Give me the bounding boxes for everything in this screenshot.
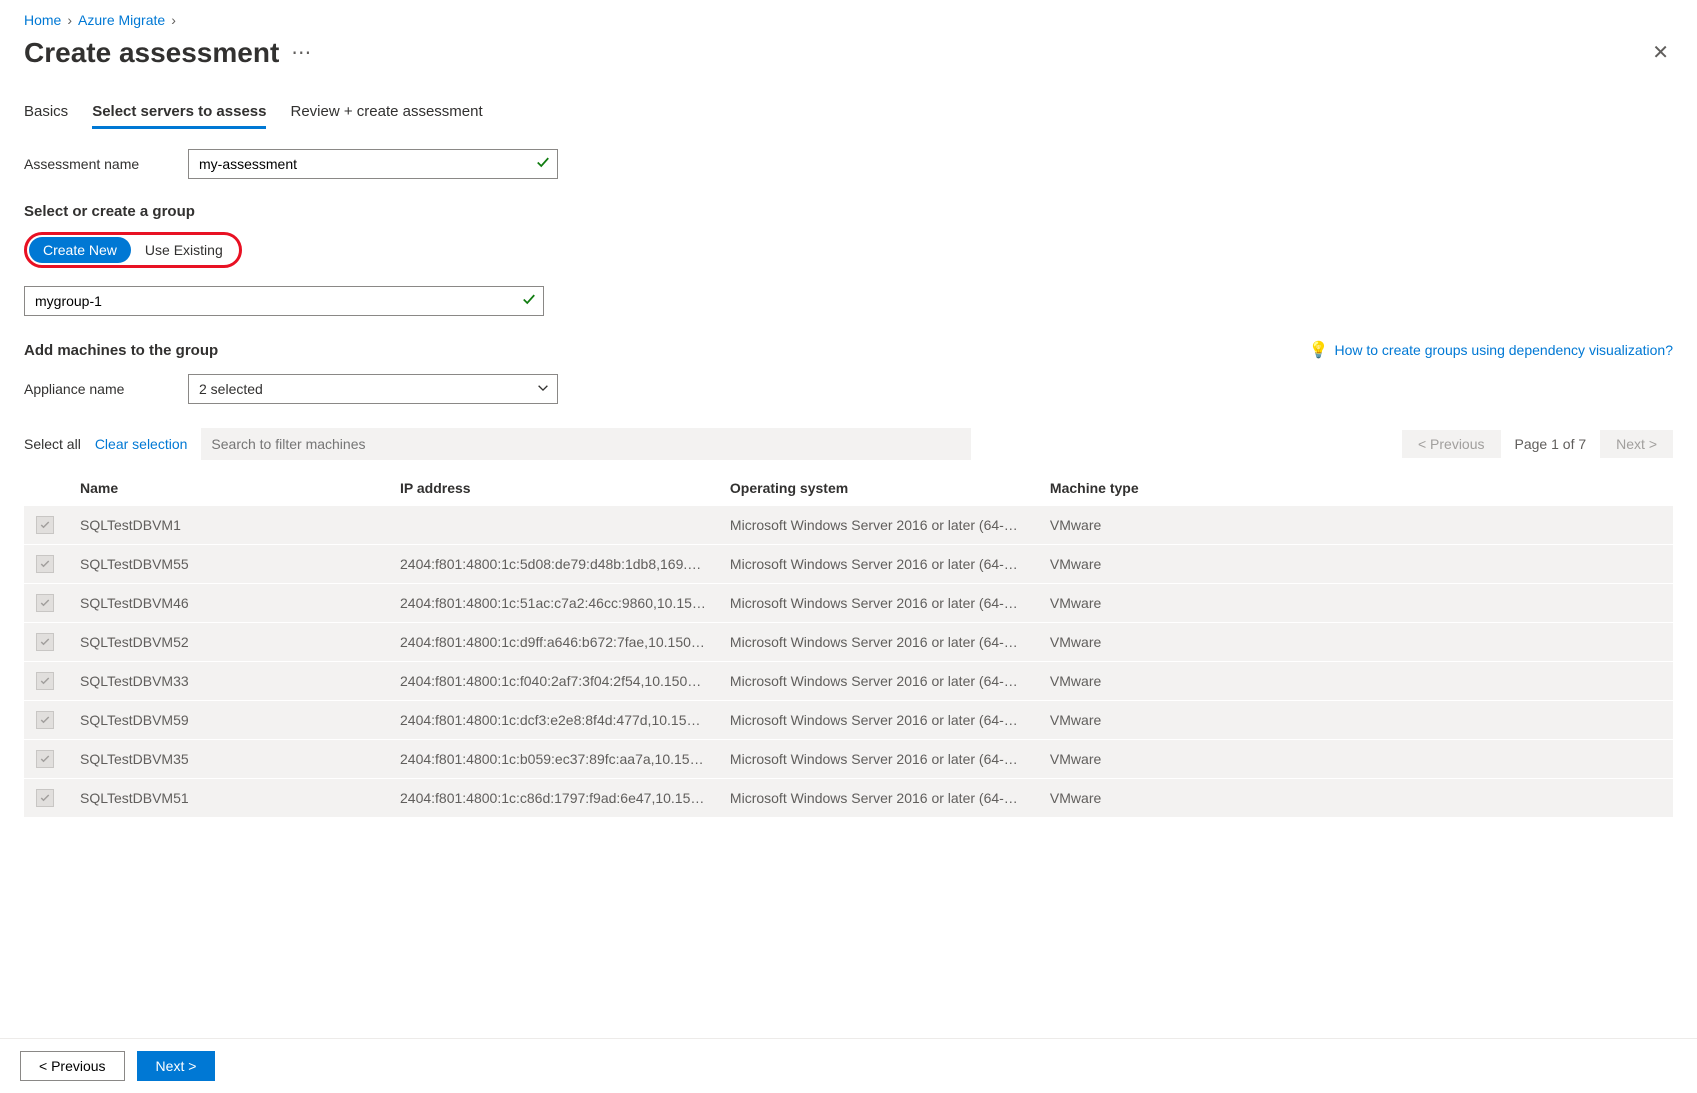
machines-table: Name IP address Operating system Machine… <box>24 470 1673 818</box>
table-row[interactable]: SQLTestDBVM512404:f801:4800:1c:c86d:1797… <box>24 779 1673 818</box>
cell-os: Microsoft Windows Server 2016 or later (… <box>718 701 1038 740</box>
cell-ip: 2404:f801:4800:1c:f040:2af7:3f04:2f54,10… <box>388 662 718 701</box>
appliance-dropdown[interactable]: 2 selected <box>188 374 558 404</box>
chevron-right-icon: › <box>67 12 72 28</box>
check-icon <box>536 156 550 173</box>
cell-machine-type: VMware <box>1038 506 1673 545</box>
check-icon <box>522 293 536 310</box>
breadcrumb-home[interactable]: Home <box>24 12 61 28</box>
row-checkbox[interactable] <box>36 711 54 729</box>
row-checkbox[interactable] <box>36 516 54 534</box>
use-existing-option[interactable]: Use Existing <box>131 237 237 263</box>
cell-name: SQLTestDBVM46 <box>68 584 388 623</box>
wizard-footer: < Previous Next > <box>0 1038 1697 1093</box>
table-row[interactable]: SQLTestDBVM332404:f801:4800:1c:f040:2af7… <box>24 662 1673 701</box>
cell-machine-type: VMware <box>1038 623 1673 662</box>
lightbulb-icon: 💡 <box>1309 340 1329 360</box>
col-header-name[interactable]: Name <box>68 470 388 506</box>
create-new-option[interactable]: Create New <box>29 237 131 263</box>
cell-os: Microsoft Windows Server 2016 or later (… <box>718 506 1038 545</box>
select-all-link[interactable]: Select all <box>24 436 81 452</box>
more-actions-icon[interactable]: ⋯ <box>291 40 312 65</box>
row-checkbox[interactable] <box>36 789 54 807</box>
table-row[interactable]: SQLTestDBVM592404:f801:4800:1c:dcf3:e2e8… <box>24 701 1673 740</box>
cell-os: Microsoft Windows Server 2016 or later (… <box>718 662 1038 701</box>
group-mode-toggle: Create New Use Existing <box>24 232 242 268</box>
chevron-right-icon: › <box>171 12 176 28</box>
page-indicator: Page 1 of 7 <box>1515 436 1587 452</box>
row-checkbox[interactable] <box>36 594 54 612</box>
cell-machine-type: VMware <box>1038 584 1673 623</box>
next-button[interactable]: Next > <box>137 1051 216 1081</box>
cell-os: Microsoft Windows Server 2016 or later (… <box>718 584 1038 623</box>
cell-name: SQLTestDBVM55 <box>68 545 388 584</box>
cell-machine-type: VMware <box>1038 779 1673 818</box>
tab-select-servers[interactable]: Select servers to assess <box>92 97 266 129</box>
row-checkbox[interactable] <box>36 555 54 573</box>
cell-os: Microsoft Windows Server 2016 or later (… <box>718 545 1038 584</box>
cell-machine-type: VMware <box>1038 545 1673 584</box>
col-header-machine-type[interactable]: Machine type <box>1038 470 1673 506</box>
chevron-down-icon <box>536 381 550 398</box>
previous-button[interactable]: < Previous <box>20 1051 125 1081</box>
tabs: Basics Select servers to assess Review +… <box>24 97 1673 129</box>
table-row[interactable]: SQLTestDBVM552404:f801:4800:1c:5d08:de79… <box>24 545 1673 584</box>
appliance-dropdown-value: 2 selected <box>199 381 263 397</box>
tab-review-create[interactable]: Review + create assessment <box>290 97 482 129</box>
cell-ip: 2404:f801:4800:1c:51ac:c7a2:46cc:9860,10… <box>388 584 718 623</box>
page-next-button[interactable]: Next > <box>1600 430 1673 458</box>
cell-name: SQLTestDBVM1 <box>68 506 388 545</box>
clear-selection-link[interactable]: Clear selection <box>95 436 188 452</box>
cell-ip: 2404:f801:4800:1c:d9ff:a646:b672:7fae,10… <box>388 623 718 662</box>
cell-name: SQLTestDBVM33 <box>68 662 388 701</box>
cell-machine-type: VMware <box>1038 740 1673 779</box>
cell-name: SQLTestDBVM51 <box>68 779 388 818</box>
cell-os: Microsoft Windows Server 2016 or later (… <box>718 779 1038 818</box>
assessment-name-input[interactable] <box>188 149 558 179</box>
table-row[interactable]: SQLTestDBVM1 Microsoft Windows Server 201… <box>24 506 1673 545</box>
appliance-name-label: Appliance name <box>24 381 164 397</box>
row-checkbox[interactable] <box>36 672 54 690</box>
cell-machine-type: VMware <box>1038 662 1673 701</box>
cell-ip: 2404:f801:4800:1c:dcf3:e2e8:8f4d:477d,10… <box>388 701 718 740</box>
dependency-help-link[interactable]: How to create groups using dependency vi… <box>1334 342 1673 358</box>
assessment-name-label: Assessment name <box>24 156 164 172</box>
table-row[interactable]: SQLTestDBVM522404:f801:4800:1c:d9ff:a646… <box>24 623 1673 662</box>
page-title: Create assessment <box>24 37 279 69</box>
machine-filter-input[interactable] <box>201 428 971 460</box>
row-checkbox[interactable] <box>36 750 54 768</box>
cell-name: SQLTestDBVM52 <box>68 623 388 662</box>
table-row[interactable]: SQLTestDBVM352404:f801:4800:1c:b059:ec37… <box>24 740 1673 779</box>
page-previous-button[interactable]: < Previous <box>1402 430 1501 458</box>
cell-os: Microsoft Windows Server 2016 or later (… <box>718 623 1038 662</box>
close-icon[interactable]: ✕ <box>1648 36 1673 69</box>
cell-ip: 2404:f801:4800:1c:c86d:1797:f9ad:6e47,10… <box>388 779 718 818</box>
cell-ip: 2404:f801:4800:1c:5d08:de79:d48b:1db8,16… <box>388 545 718 584</box>
breadcrumb-service[interactable]: Azure Migrate <box>78 12 165 28</box>
col-header-ip[interactable]: IP address <box>388 470 718 506</box>
cell-ip: 2404:f801:4800:1c:b059:ec37:89fc:aa7a,10… <box>388 740 718 779</box>
add-machines-heading: Add machines to the group <box>24 342 218 359</box>
row-checkbox[interactable] <box>36 633 54 651</box>
table-row[interactable]: SQLTestDBVM462404:f801:4800:1c:51ac:c7a2… <box>24 584 1673 623</box>
cell-os: Microsoft Windows Server 2016 or later (… <box>718 740 1038 779</box>
cell-ip <box>388 506 718 545</box>
tab-basics[interactable]: Basics <box>24 97 68 129</box>
breadcrumb: Home › Azure Migrate › <box>24 12 1673 28</box>
select-group-heading: Select or create a group <box>24 203 1673 220</box>
cell-machine-type: VMware <box>1038 701 1673 740</box>
cell-name: SQLTestDBVM59 <box>68 701 388 740</box>
cell-name: SQLTestDBVM35 <box>68 740 388 779</box>
col-header-os[interactable]: Operating system <box>718 470 1038 506</box>
group-name-input[interactable] <box>24 286 544 316</box>
